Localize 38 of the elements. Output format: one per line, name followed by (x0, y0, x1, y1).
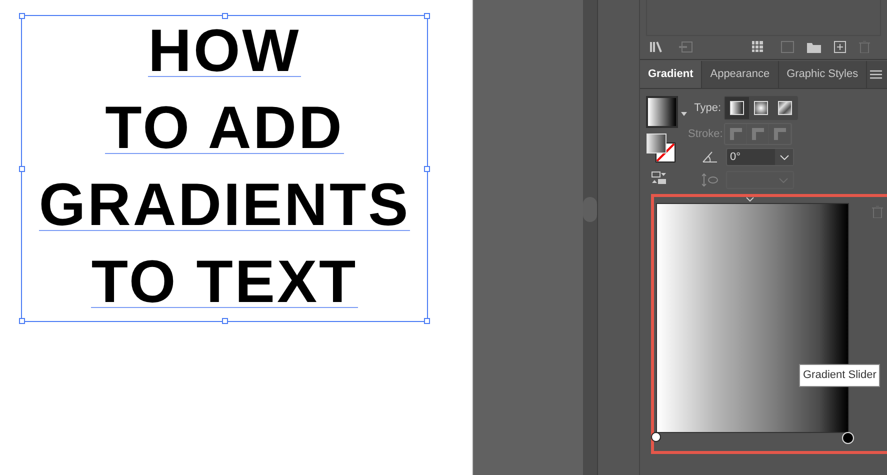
resize-handle[interactable] (222, 318, 228, 324)
resize-handle[interactable] (19, 166, 25, 172)
gradient-slider[interactable] (656, 203, 849, 433)
menu-icon[interactable] (870, 70, 882, 79)
radial-gradient-button[interactable] (749, 97, 773, 119)
resize-handle[interactable] (222, 13, 228, 19)
resize-handle[interactable] (424, 166, 430, 172)
color-stop[interactable] (651, 432, 661, 442)
selection-box[interactable] (21, 15, 428, 322)
headline-text: GRADIENTS (38, 174, 410, 236)
resize-handle[interactable] (19, 318, 25, 324)
gradient-swatch[interactable] (646, 96, 678, 128)
headline-text: HOW (148, 20, 301, 82)
aspect-ratio-icon (702, 173, 718, 187)
add-icon[interactable] (834, 41, 846, 53)
panel-tab[interactable]: Graphic Styles (778, 61, 868, 88)
panel-tab[interactable]: Appearance (702, 61, 779, 88)
freeform-gradient-button[interactable] (773, 97, 797, 119)
resize-handle[interactable] (424, 13, 430, 19)
resize-handle[interactable] (19, 13, 25, 19)
dropdown-caret-icon[interactable] (681, 112, 687, 116)
scrollbar[interactable] (583, 0, 598, 475)
swap-icon[interactable] (651, 171, 667, 185)
stroke-label: Stroke: (688, 126, 721, 142)
folder-icon[interactable] (807, 42, 821, 52)
tooltip: Gradient Slider (799, 364, 880, 386)
resize-handle[interactable] (424, 318, 430, 324)
type-label: Type: (693, 100, 721, 116)
fill-stroke-icon[interactable] (646, 133, 676, 163)
midpoint-icon[interactable] (746, 197, 754, 202)
scroll-thumb[interactable] (583, 197, 597, 222)
panel-tab[interactable]: Gradient (640, 61, 702, 88)
angle-field[interactable]: 0° (726, 148, 794, 166)
headline-text: TO TEXT (91, 250, 358, 312)
linear-gradient-button[interactable] (725, 97, 749, 119)
aspect-ratio-field[interactable] (726, 171, 794, 189)
headline-text: TO ADD (105, 96, 344, 158)
angle-icon (702, 151, 718, 163)
